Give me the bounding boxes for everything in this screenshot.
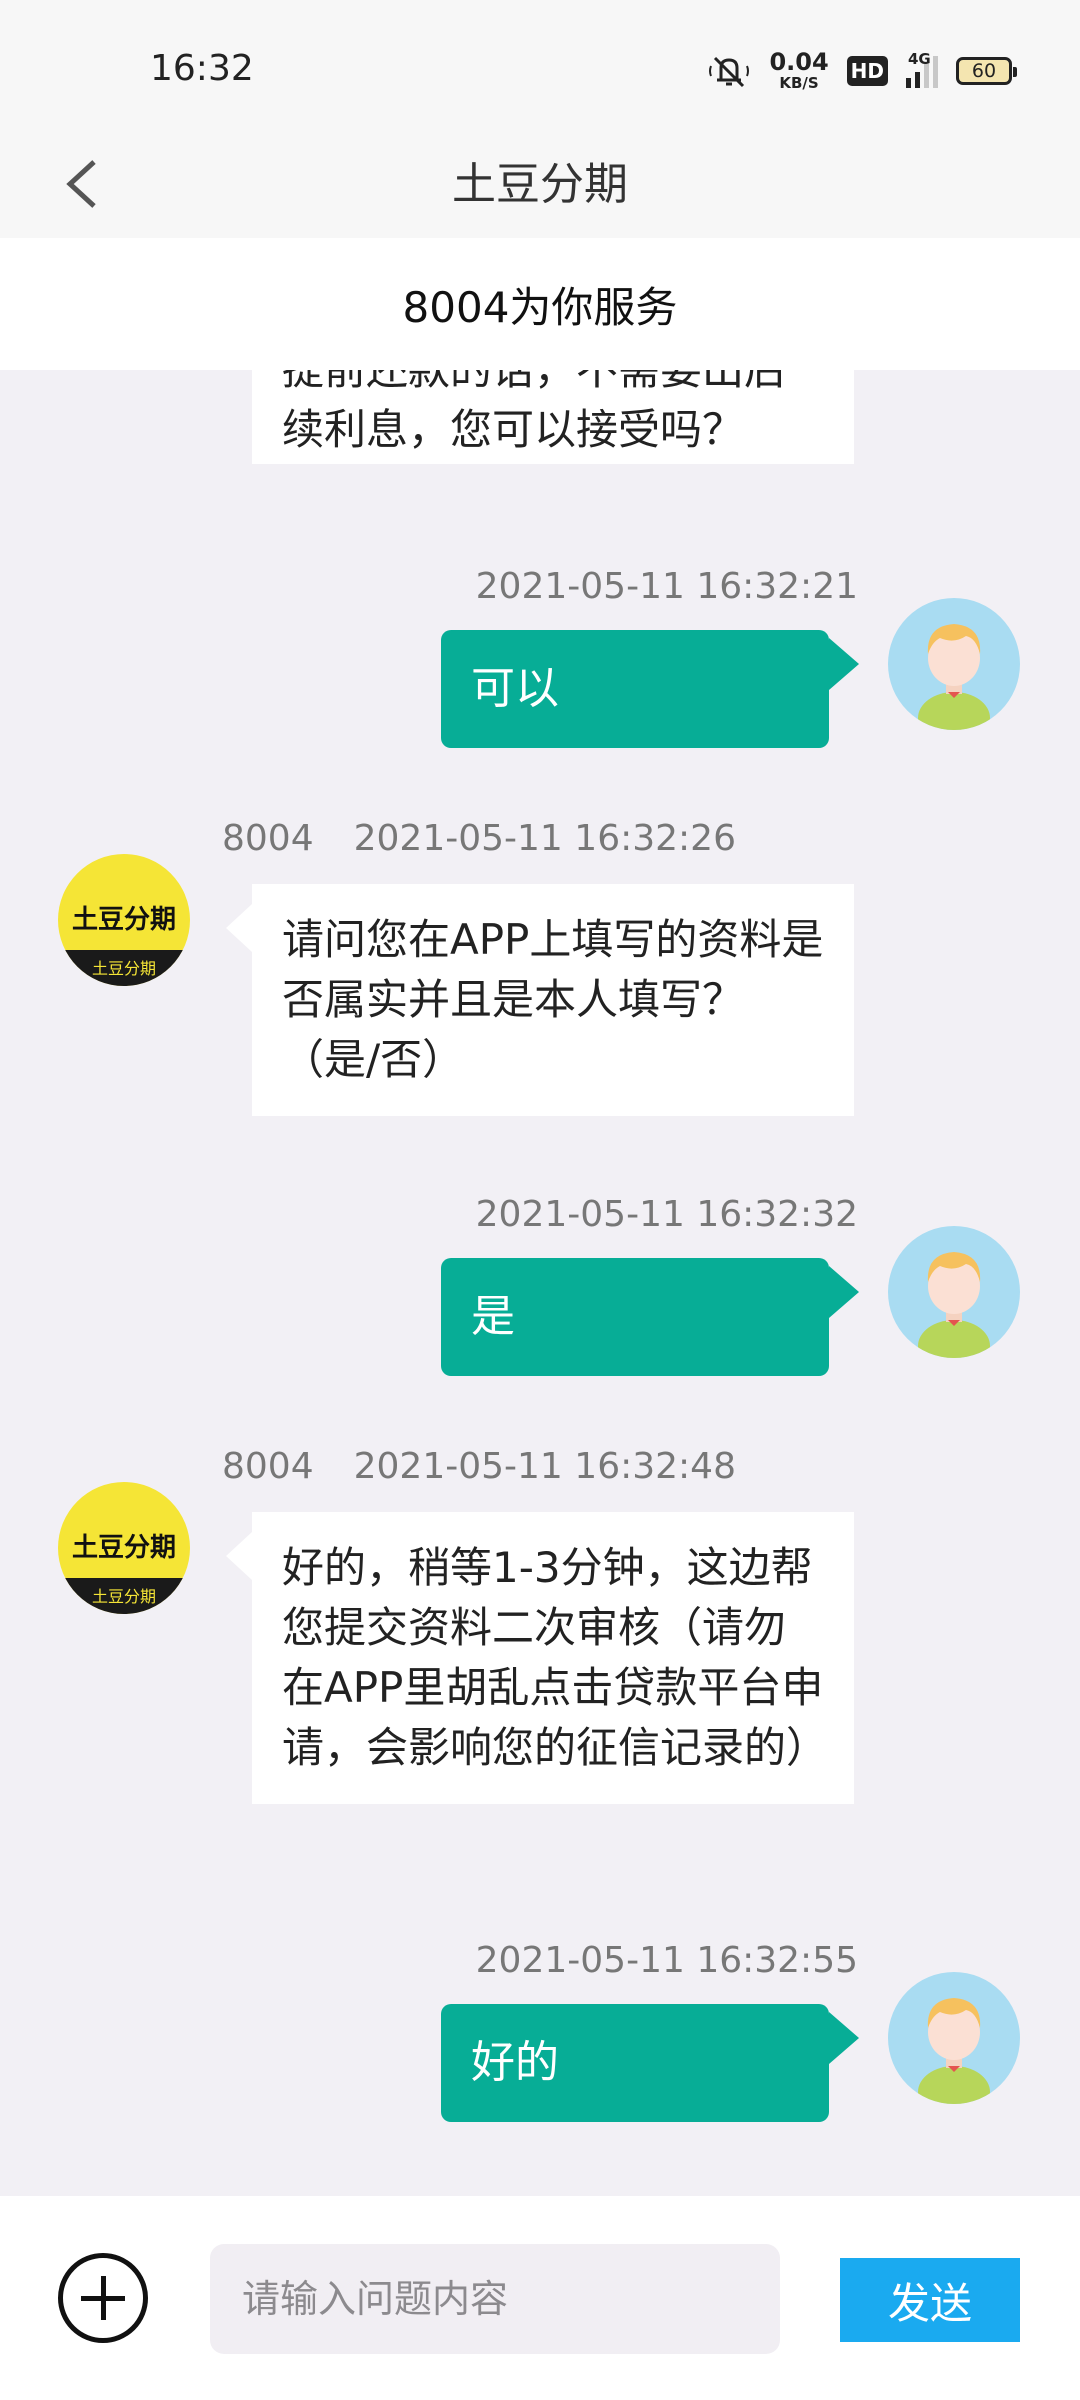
bot-avatar-caption: 土豆分期 bbox=[92, 1587, 156, 1606]
message-text: 是 bbox=[471, 1291, 515, 1342]
message-timestamp: 2021-05-11 16:32:48 bbox=[353, 1446, 736, 1487]
status-bar: 16:32 0.04 KB/S HD 4G 60 bbox=[0, 0, 1080, 130]
chat-list[interactable]: 提前还款的话，不需要出后 续利息，您可以接受吗？ 2021-05-11 16:3… bbox=[0, 370, 1080, 2196]
status-time: 16:32 bbox=[150, 48, 254, 89]
mute-icon bbox=[707, 54, 751, 88]
user-message: 可以 bbox=[441, 630, 859, 748]
message-text-cut: 提前还款的话，不需要出后 bbox=[282, 370, 824, 400]
send-button[interactable]: 发送 bbox=[840, 2258, 1020, 2342]
network-type: 4G bbox=[908, 49, 931, 68]
message-timestamp: 2021-05-11 16:32:55 bbox=[475, 1940, 858, 1981]
user-message: 好的 bbox=[441, 2004, 859, 2122]
user-avatar[interactable] bbox=[888, 1226, 1020, 1358]
user-message: 是 bbox=[441, 1258, 859, 1376]
bot-avatar[interactable]: 土豆分期 土豆分期 bbox=[58, 854, 190, 986]
input-bar: 发送 bbox=[0, 2196, 1080, 2400]
nav-bar: 土豆分期 bbox=[0, 130, 1080, 238]
network-speed: 0.04 KB/S bbox=[769, 48, 829, 92]
plus-circle-icon[interactable] bbox=[58, 2253, 148, 2343]
bot-message: 好的，稍等1-3分钟，这边帮您提交资料二次审核（请勿在APP里胡乱点击贷款平台申… bbox=[226, 1512, 854, 1804]
bot-avatar[interactable]: 土豆分期 土豆分期 bbox=[58, 1482, 190, 1614]
sender-id: 8004 bbox=[222, 818, 314, 859]
message-timestamp: 2021-05-11 16:32:21 bbox=[475, 566, 858, 607]
user-avatar[interactable] bbox=[888, 598, 1020, 730]
message-input[interactable] bbox=[210, 2244, 780, 2354]
battery-icon: 60 bbox=[956, 56, 1017, 85]
sender-id: 8004 bbox=[222, 1446, 314, 1487]
message-timestamp: 2021-05-11 16:32:26 bbox=[353, 818, 736, 859]
message-text: 可以 bbox=[471, 663, 559, 714]
service-header: 8004为你服务 bbox=[0, 238, 1080, 370]
message-text: 请问您在APP上填写的资料是否属实并且是本人填写？（是/否） bbox=[282, 915, 824, 1084]
message-meta: 8004 2021-05-11 16:32:48 bbox=[222, 1446, 736, 1487]
bot-avatar-logo: 土豆分期 bbox=[72, 905, 176, 935]
bot-message: 提前还款的话，不需要出后 续利息，您可以接受吗？ bbox=[252, 370, 854, 464]
message-timestamp: 2021-05-11 16:32:32 bbox=[475, 1194, 858, 1235]
message-text: 续利息，您可以接受吗？ bbox=[282, 405, 745, 454]
page-title: 土豆分期 bbox=[452, 159, 628, 210]
status-icons: 0.04 KB/S HD 4G 60 bbox=[707, 48, 1017, 92]
bot-avatar-logo: 土豆分期 bbox=[72, 1533, 176, 1563]
message-meta: 8004 2021-05-11 16:32:26 bbox=[222, 818, 736, 859]
bot-message: 请问您在APP上填写的资料是否属实并且是本人填写？（是/否） bbox=[226, 884, 854, 1116]
signal-icon: 4G bbox=[906, 50, 938, 88]
battery-level: 60 bbox=[971, 59, 997, 82]
user-avatar[interactable] bbox=[888, 1972, 1020, 2104]
message-text: 好的 bbox=[471, 2037, 559, 2088]
bot-avatar-caption: 土豆分期 bbox=[92, 959, 156, 978]
message-text: 好的，稍等1-3分钟，这边帮您提交资料二次审核（请勿在APP里胡乱点击贷款平台申… bbox=[282, 1543, 829, 1772]
hd-badge: HD bbox=[846, 55, 888, 86]
